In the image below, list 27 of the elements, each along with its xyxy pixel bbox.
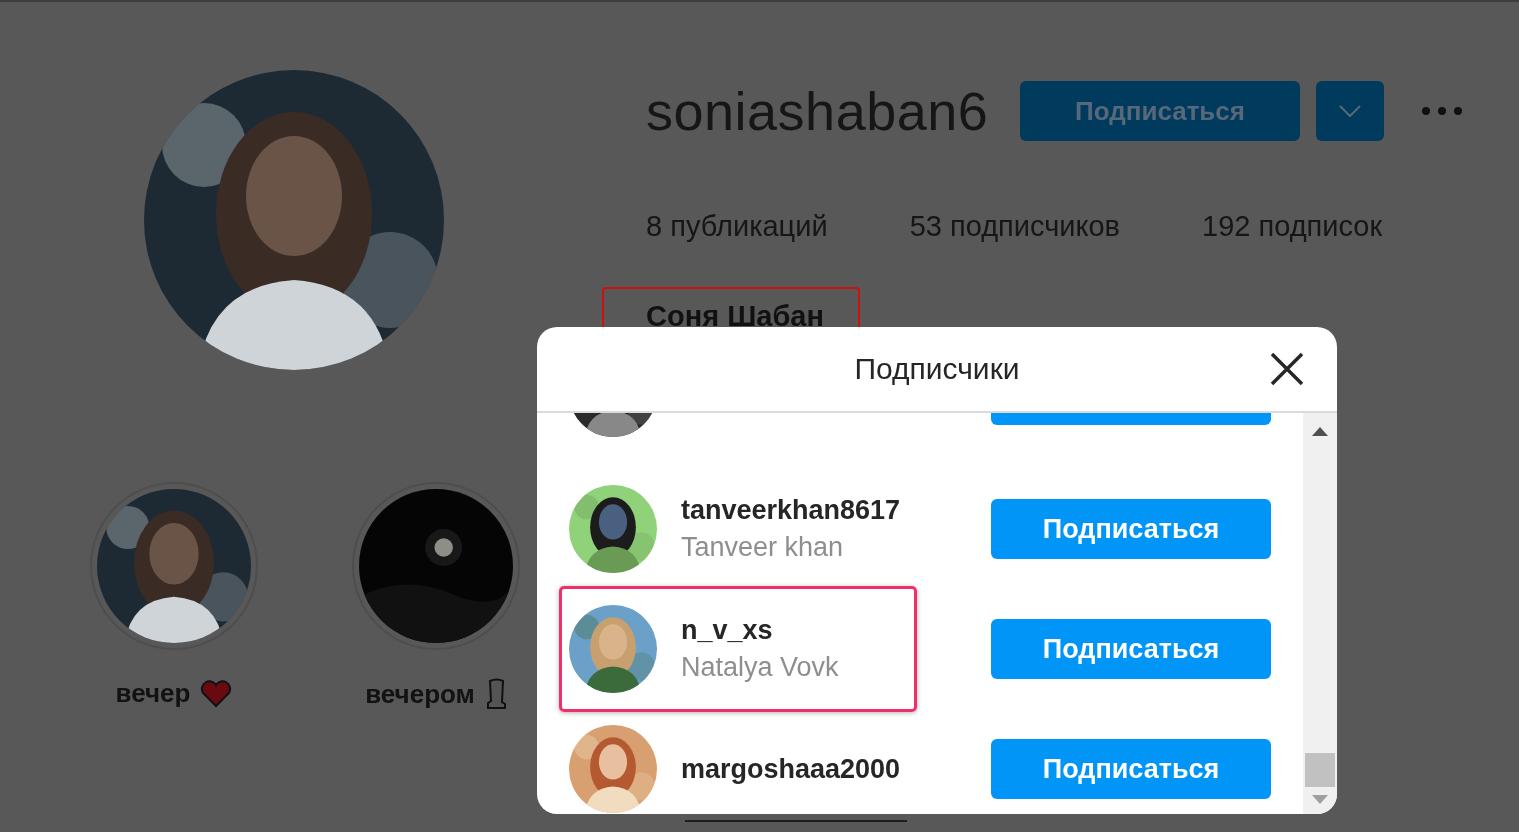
follow-button[interactable]: Подписаться: [991, 619, 1271, 679]
story-highlight[interactable]: [90, 482, 258, 650]
profile-username: soniashaban6: [646, 80, 990, 142]
close-icon: [1269, 351, 1305, 387]
follower-username[interactable]: margoshaaa2000: [681, 753, 901, 785]
scrollbar-thumb[interactable]: [1305, 753, 1335, 787]
dropdown-button[interactable]: [1316, 81, 1384, 141]
full-name: Соня Шабан: [646, 302, 824, 331]
close-button[interactable]: [1269, 351, 1305, 387]
heart-icon: [200, 679, 233, 708]
follow-button[interactable]: Подписаться: [1020, 81, 1300, 141]
chevron-down-icon: [1339, 105, 1361, 117]
follower-name: Natalya Vovk: [681, 652, 839, 683]
follower-name: Tanveer khan: [681, 532, 845, 563]
scroll-down-icon[interactable]: [1312, 795, 1328, 804]
highlight-label: вечером: [365, 678, 475, 710]
follower-username[interactable]: tanveerkhan8617: [681, 495, 901, 526]
profile-stat[interactable]: 192 подписок: [1202, 210, 1383, 243]
follow-button[interactable]: Подписаться: [991, 499, 1271, 559]
profile-stat: 8 публикаций: [646, 210, 828, 243]
dialog-title: Подписчики: [854, 352, 1020, 386]
follower-username[interactable]: n_v_xs: [681, 615, 839, 646]
follow-button[interactable]: Подписаться: [991, 739, 1271, 799]
highlight-label: вечер: [115, 678, 191, 709]
more-options-icon[interactable]: [1422, 107, 1462, 115]
scroll-up-icon[interactable]: [1312, 427, 1328, 436]
profile-stat[interactable]: 53 подписчиков: [909, 210, 1120, 243]
